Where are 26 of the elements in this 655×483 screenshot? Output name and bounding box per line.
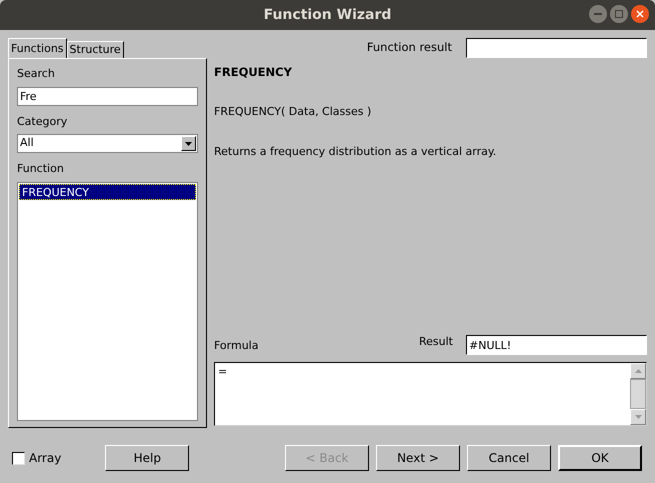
field-label: Category bbox=[17, 114, 68, 130]
minimize-button[interactable] bbox=[589, 5, 607, 23]
close-button[interactable] bbox=[631, 5, 649, 23]
array-checkbox[interactable] bbox=[12, 452, 25, 464]
close-icon[interactable] bbox=[636, 10, 644, 18]
field-label: Formula bbox=[214, 338, 258, 354]
dialog-button[interactable]: OK bbox=[558, 445, 642, 471]
field-label: Search bbox=[17, 66, 56, 82]
tab[interactable]: Structure bbox=[66, 41, 124, 58]
field-label: Function bbox=[17, 161, 65, 177]
window-title: Function Wizard bbox=[264, 6, 392, 24]
dialog-button[interactable]: Cancel bbox=[467, 445, 551, 471]
search-field[interactable]: Fre bbox=[17, 86, 198, 106]
function-signature: FREQUENCY( Data, Classes ) bbox=[214, 104, 372, 120]
dialog-button[interactable]: Help bbox=[105, 445, 190, 471]
result-field[interactable]: #NULL! bbox=[466, 335, 647, 355]
dialog-button[interactable]: Next > bbox=[376, 445, 460, 471]
category-dropdown[interactable]: All bbox=[17, 134, 198, 153]
field-label: Result bbox=[419, 334, 453, 350]
function-name: FREQUENCY bbox=[214, 64, 293, 81]
field-label: Function result bbox=[366, 39, 452, 56]
function-description: Returns a frequency distribution as a vertical array. bbox=[214, 144, 498, 160]
tab[interactable]: Functions bbox=[8, 38, 67, 58]
function-list-item[interactable]: FREQUENCY bbox=[19, 184, 196, 200]
function-result-field[interactable] bbox=[466, 38, 647, 58]
checkbox-label: Array bbox=[29, 450, 62, 467]
